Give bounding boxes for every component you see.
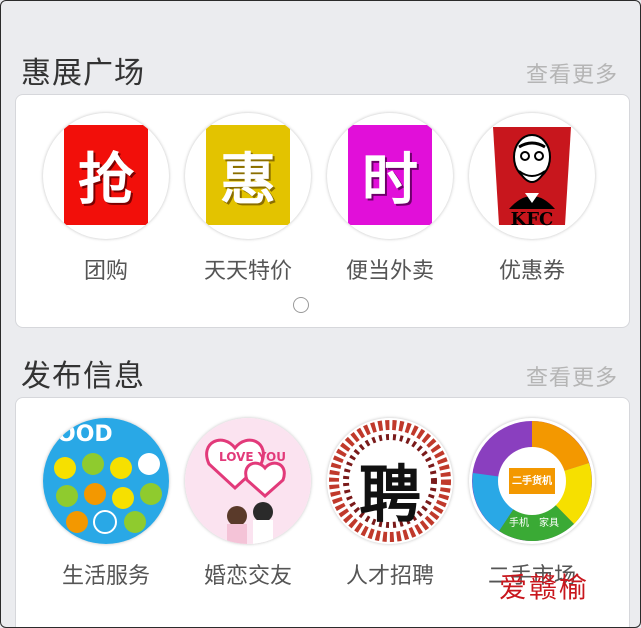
promo-more-link[interactable]: 查看更多 [526, 57, 618, 89]
promo-section-title: 惠展广场 [21, 56, 145, 91]
info-more-link[interactable]: 查看更多 [526, 360, 618, 392]
promo-section-header: 惠展广场 查看更多 [21, 48, 618, 91]
kfc-logo-icon: KFC [469, 113, 595, 239]
watermark-text: 爱赣榆 [499, 571, 590, 604]
app-screen: 惠展广场 查看更多 抢 团购 惠 天天特价 时 便当外卖 KFC 优惠券 发布信… [0, 0, 641, 628]
info-section-header: 发布信息 查看更多 [21, 351, 618, 394]
love-heart-icon: LOVE YOU [185, 418, 311, 544]
info-item-label: 人才招聘 [345, 564, 434, 589]
promo-item-label: 优惠券 [498, 259, 565, 284]
page-indicator-dot[interactable] [293, 297, 309, 313]
promo-item-label: 天天特价 [203, 259, 292, 284]
promo-card: 抢 团购 惠 天天特价 时 便当外卖 KFC 优惠券 [15, 94, 630, 328]
recruit-icon: 聘 [327, 418, 453, 544]
grab-deal-icon: 抢 [43, 113, 169, 239]
life-service-icon: OOD [43, 418, 169, 544]
info-section-title: 发布信息 [21, 359, 145, 394]
info-item-label: 生活服务 [61, 564, 150, 589]
second-hand-icon: 二手货机 手机 家具 [469, 418, 595, 544]
discount-icon: 惠 [185, 113, 311, 239]
promo-item-label: 便当外卖 [345, 259, 434, 284]
info-item-label: 婚恋交友 [203, 564, 292, 589]
promo-item-label: 团购 [83, 259, 128, 284]
time-icon: 时 [327, 113, 453, 239]
